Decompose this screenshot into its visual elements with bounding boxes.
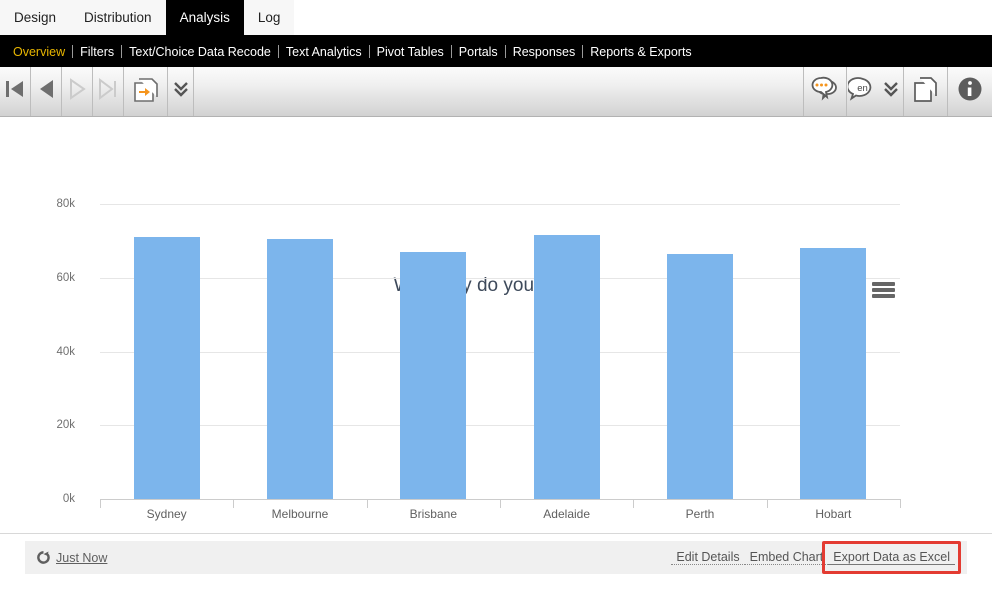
comments-button[interactable] (803, 67, 847, 116)
subnav-item-text-choice-data-recode[interactable]: Text/Choice Data Recode (122, 45, 278, 59)
info-circle-icon (956, 75, 984, 108)
last-page-button[interactable] (93, 67, 124, 116)
x-axis-tick-label: Melbourne (272, 507, 329, 521)
subnav-item-reports-exports[interactable]: Reports & Exports (583, 45, 698, 59)
y-axis-tick-label: 20k (15, 419, 75, 431)
tab-design[interactable]: Design (0, 0, 70, 35)
x-axis-tick (367, 499, 368, 508)
footer-bar: Just Now Edit Details Embed Chart Export… (25, 541, 967, 574)
toolbar-left-group (0, 67, 194, 116)
language-dropdown-button[interactable] (878, 67, 904, 116)
x-axis-tick-label: Adelaide (543, 507, 590, 521)
info-button[interactable] (948, 67, 992, 116)
chart-footer: Just Now Edit Details Embed Chart Export… (0, 533, 992, 605)
copy-report-button[interactable] (904, 67, 948, 116)
x-axis-tick (900, 499, 901, 508)
chart-bar[interactable] (134, 237, 200, 499)
analysis-subnav: Overview Filters Text/Choice Data Recode… (0, 36, 992, 67)
first-page-button[interactable] (0, 67, 31, 116)
embed-chart-link[interactable]: Embed Chart (745, 550, 829, 565)
y-axis-tick-label: 0k (15, 493, 75, 505)
y-axis-tick-label: 40k (15, 346, 75, 358)
skip-forward-icon (97, 77, 119, 106)
x-axis-tick (633, 499, 634, 508)
chart-bar[interactable] (800, 248, 866, 499)
page-dropdown-button[interactable] (168, 67, 194, 116)
x-axis-tick (500, 499, 501, 508)
report-toolbar: en (0, 67, 992, 117)
subnav-item-portals[interactable]: Portals (452, 45, 505, 59)
skip-back-icon (4, 77, 26, 106)
double-chevron-down-icon (883, 80, 899, 103)
x-axis-tick-label: Perth (686, 507, 715, 521)
subnav-item-responses[interactable]: Responses (506, 45, 583, 59)
duplicate-page-icon (131, 74, 161, 109)
x-axis-tick (233, 499, 234, 508)
chart-bar[interactable] (667, 254, 733, 499)
gridline (100, 204, 900, 205)
refresh-status[interactable]: Just Now (37, 551, 107, 565)
primary-tab-bar: Design Distribution Analysis Log (0, 0, 992, 36)
subnav-item-filters[interactable]: Filters (73, 45, 121, 59)
language-en-icon: en (848, 75, 878, 108)
chevron-right-icon (66, 77, 88, 106)
x-axis-tick (767, 499, 768, 508)
chart-panel: What city do you live in? 0k20k40k60k80k… (0, 117, 992, 531)
copy-pages-icon (912, 74, 940, 109)
subnav-item-pivot-tables[interactable]: Pivot Tables (370, 45, 451, 59)
double-chevron-down-icon (173, 80, 189, 103)
speech-bubbles-icon (810, 75, 840, 108)
refresh-label: Just Now (56, 551, 107, 565)
gridline (100, 352, 900, 353)
export-data-as-excel-link[interactable]: Export Data as Excel (828, 550, 955, 565)
language-button[interactable]: en (847, 67, 878, 116)
copy-page-button[interactable] (124, 67, 168, 116)
toolbar-right-group: en (803, 67, 992, 116)
chart-bar[interactable] (534, 235, 600, 499)
footer-links: Edit Details Embed Chart Export Data as … (671, 550, 955, 565)
subnav-item-text-analytics[interactable]: Text Analytics (279, 45, 369, 59)
subnav-item-overview[interactable]: Overview (6, 45, 72, 59)
gridline (100, 425, 900, 426)
chart-bar[interactable] (267, 239, 333, 499)
tab-bar-filler (294, 0, 992, 35)
previous-page-button[interactable] (31, 67, 62, 116)
refresh-icon (37, 551, 50, 564)
svg-text:en: en (857, 83, 868, 94)
tab-analysis[interactable]: Analysis (166, 0, 244, 35)
x-axis-tick-label: Hobart (815, 507, 851, 521)
edit-details-link[interactable]: Edit Details (671, 550, 744, 565)
x-axis-tick-label: Brisbane (410, 507, 457, 521)
y-axis-tick-label: 60k (15, 272, 75, 284)
gridline (100, 278, 900, 279)
tab-distribution[interactable]: Distribution (70, 0, 166, 35)
tab-log[interactable]: Log (244, 0, 295, 35)
next-page-button[interactable] (62, 67, 93, 116)
x-axis-tick (100, 499, 101, 508)
chevron-left-icon (35, 77, 57, 106)
x-axis-tick-label: Sydney (147, 507, 187, 521)
chart-plot-area: 0k 20k 40k 60k 80k Sydney Melbourne Brisbane Ade… (0, 117, 992, 531)
chart-bar[interactable] (400, 252, 466, 499)
y-axis-tick-label: 80k (15, 198, 75, 210)
